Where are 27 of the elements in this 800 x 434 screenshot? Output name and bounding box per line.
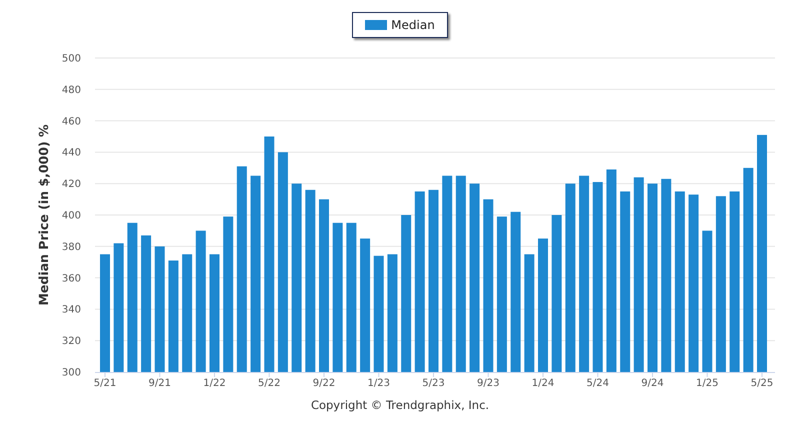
- axis-label: 440: [62, 148, 81, 159]
- axis-label: 5/24: [586, 378, 609, 389]
- axis-label: 340: [62, 304, 81, 316]
- axis-label: 5/25: [750, 378, 774, 389]
- axis-label: 1/22: [203, 378, 226, 389]
- copyright-text: Copyright © Trendgraphix, Inc.: [310, 397, 490, 414]
- axis-label: 380: [62, 242, 81, 253]
- axis-label: 1/24: [532, 378, 554, 389]
- axis-label: 5/22: [258, 378, 280, 389]
- axis-label: 420: [62, 179, 81, 190]
- axis-label: 9/23: [477, 378, 500, 389]
- axis-label: 480: [62, 84, 81, 96]
- axis-label: 9/21: [148, 378, 171, 389]
- axis-label: 1/23: [368, 378, 390, 389]
- axis-label: 460: [62, 116, 81, 128]
- axis-label: 360: [62, 273, 81, 284]
- axis-title: Median Price (in $,000) %: [36, 124, 51, 306]
- axis-label: 320: [62, 336, 81, 348]
- axis-label: 5/21: [94, 378, 116, 389]
- legend-label: Median: [391, 17, 435, 34]
- axis-label: 5/23: [422, 378, 445, 389]
- axis-label: 9/22: [312, 378, 336, 389]
- axis-label: 500: [62, 54, 81, 64]
- axis-label: 9/24: [641, 378, 664, 389]
- axis-label: 400: [62, 210, 81, 222]
- axis-label: 1/25: [696, 378, 718, 389]
- axis-label: 300: [62, 368, 81, 378]
